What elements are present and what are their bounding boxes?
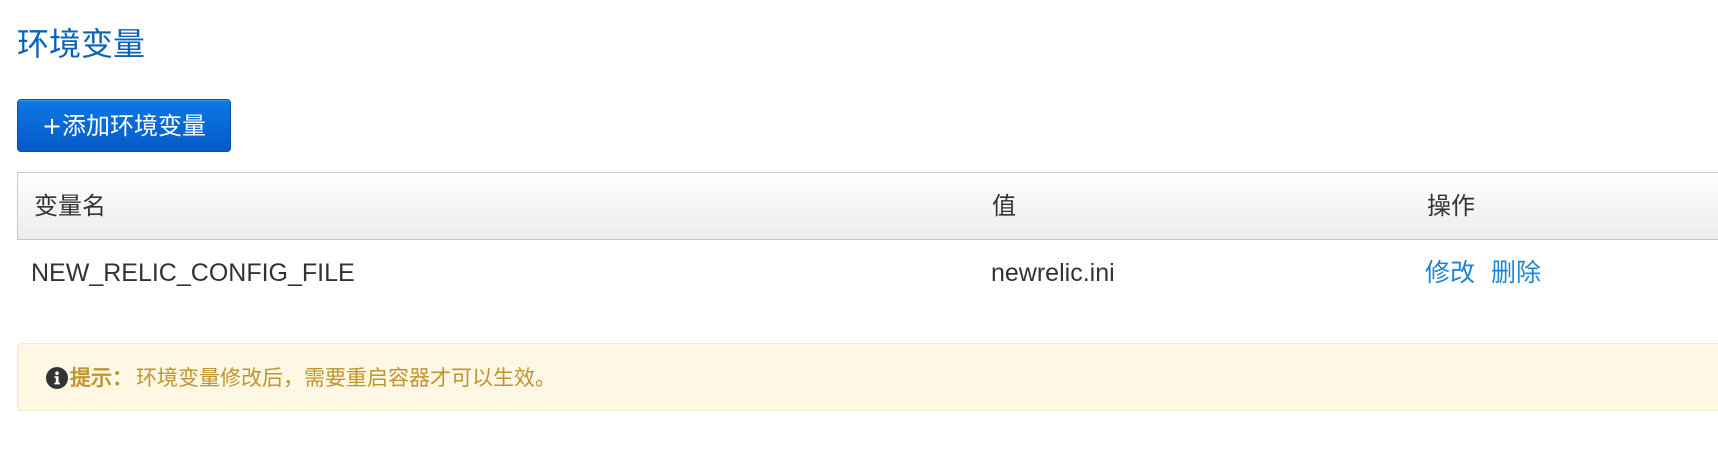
edit-link[interactable]: 修改 — [1425, 258, 1475, 287]
notice-text: 环境变量修改后，需要重启容器才可以生效。 — [136, 366, 556, 390]
table-row: NEW_RELIC_CONFIG_FILE newrelic.ini 修改 删除 — [17, 240, 1718, 308]
env-var-name: NEW_RELIC_CONFIG_FILE — [31, 259, 355, 287]
notice-label: 提示： — [70, 366, 133, 390]
notice-box: 提示： 环境变量修改后，需要重启容器才可以生效。 — [17, 343, 1718, 411]
add-env-var-button[interactable]: +添加环境变量 — [17, 99, 231, 152]
column-header-value: 值 — [992, 192, 1016, 220]
info-icon — [46, 367, 68, 389]
table-header: 变量名 值 操作 — [17, 172, 1718, 240]
env-var-value: newrelic.ini — [991, 259, 1115, 287]
env-var-table: 变量名 值 操作 NEW_RELIC_CONFIG_FILE newrelic.… — [17, 172, 1718, 308]
page-title: 环境变量 — [17, 25, 146, 63]
column-header-name: 变量名 — [34, 192, 106, 220]
column-header-actions: 操作 — [1427, 192, 1475, 220]
delete-link[interactable]: 删除 — [1491, 258, 1541, 287]
row-actions: 修改 删除 — [1425, 240, 1557, 306]
